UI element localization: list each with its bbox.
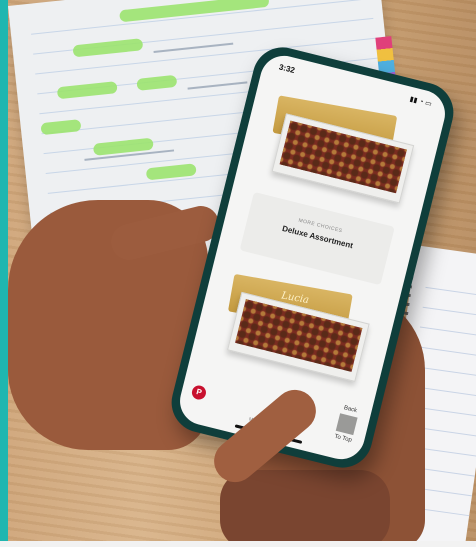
status-time: 3:32 bbox=[278, 62, 296, 76]
left-frame-border bbox=[0, 0, 8, 547]
product-image-lucia[interactable]: Lucia bbox=[205, 268, 382, 394]
pinterest-icon[interactable]: P bbox=[190, 384, 208, 402]
product-image-deluxe[interactable] bbox=[250, 89, 427, 215]
photo-scene: 3:32 ▮▮ ◔ ▭ MORE CHOICES Deluxe Assortme… bbox=[0, 0, 476, 547]
bottom-frame-border bbox=[0, 541, 476, 547]
back-to-top-button[interactable]: Back To Top bbox=[330, 404, 364, 445]
arrow-up-icon bbox=[335, 413, 358, 436]
signal-wifi-battery-icon: ▮▮ ◔ ▭ bbox=[408, 95, 433, 109]
wrist bbox=[220, 470, 390, 547]
